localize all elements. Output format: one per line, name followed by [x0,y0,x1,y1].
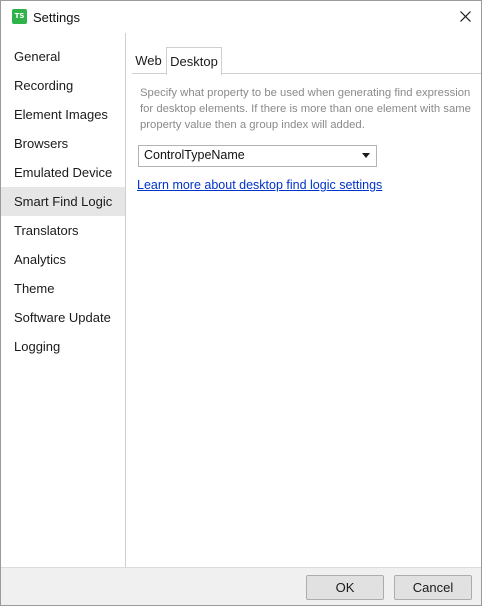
sidebar-item-general[interactable]: General [1,42,125,71]
ok-button[interactable]: OK [306,575,384,600]
sidebar-item-label: Smart Find Logic [14,194,113,209]
sidebar-item-label: Element Images [14,107,108,122]
sidebar-item-theme[interactable]: Theme [1,274,125,303]
window-title: Settings [33,10,80,25]
chevron-down-icon [362,153,370,158]
sidebar-item-label: General [14,49,61,64]
sidebar-item-label: Translators [14,223,79,238]
sidebar-item-label: Emulated Device [14,165,113,180]
sidebar-item-label: Logging [14,339,61,354]
tab-web[interactable]: Web [132,47,165,73]
sidebar-item-emulated-device[interactable]: Emulated Device [1,158,125,187]
active-tab-gap [167,73,221,74]
sidebar-item-analytics[interactable]: Analytics [1,245,125,274]
dropdown-selected-value: ControlTypeName [144,148,245,162]
sidebar-item-element-images[interactable]: Element Images [1,100,125,129]
title-bar: TS Settings [1,1,481,33]
sidebar-item-label: Recording [14,78,74,93]
cancel-button[interactable]: Cancel [394,575,472,600]
close-icon [460,11,471,22]
app-logo-icon: TS [12,9,27,24]
sidebar-item-smart-find-logic[interactable]: Smart Find Logic [1,187,125,216]
find-property-dropdown[interactable]: ControlTypeName [138,145,377,167]
sidebar-item-software-update[interactable]: Software Update [1,303,125,332]
dialog-footer: OK Cancel [1,568,481,605]
sidebar-item-label: Browsers [14,136,69,151]
sidebar-divider [125,33,126,567]
sidebar-item-logging[interactable]: Logging [1,332,125,361]
sidebar-item-translators[interactable]: Translators [1,216,125,245]
learn-more-link[interactable]: Learn more about desktop find logic sett… [137,178,382,192]
settings-sidebar: General Recording Element Images Browser… [1,42,125,361]
sidebar-item-recording[interactable]: Recording [1,71,125,100]
tab-desktop[interactable]: Desktop [166,47,222,75]
sidebar-item-label: Theme [14,281,55,296]
sidebar-item-label: Analytics [14,252,67,267]
sidebar-item-browsers[interactable]: Browsers [1,129,125,158]
sidebar-item-label: Software Update [14,310,111,325]
close-button[interactable] [449,1,481,33]
description-text: Specify what property to be used when ge… [140,87,471,131]
settings-dialog: TS Settings General Recording Element Im… [0,0,482,606]
